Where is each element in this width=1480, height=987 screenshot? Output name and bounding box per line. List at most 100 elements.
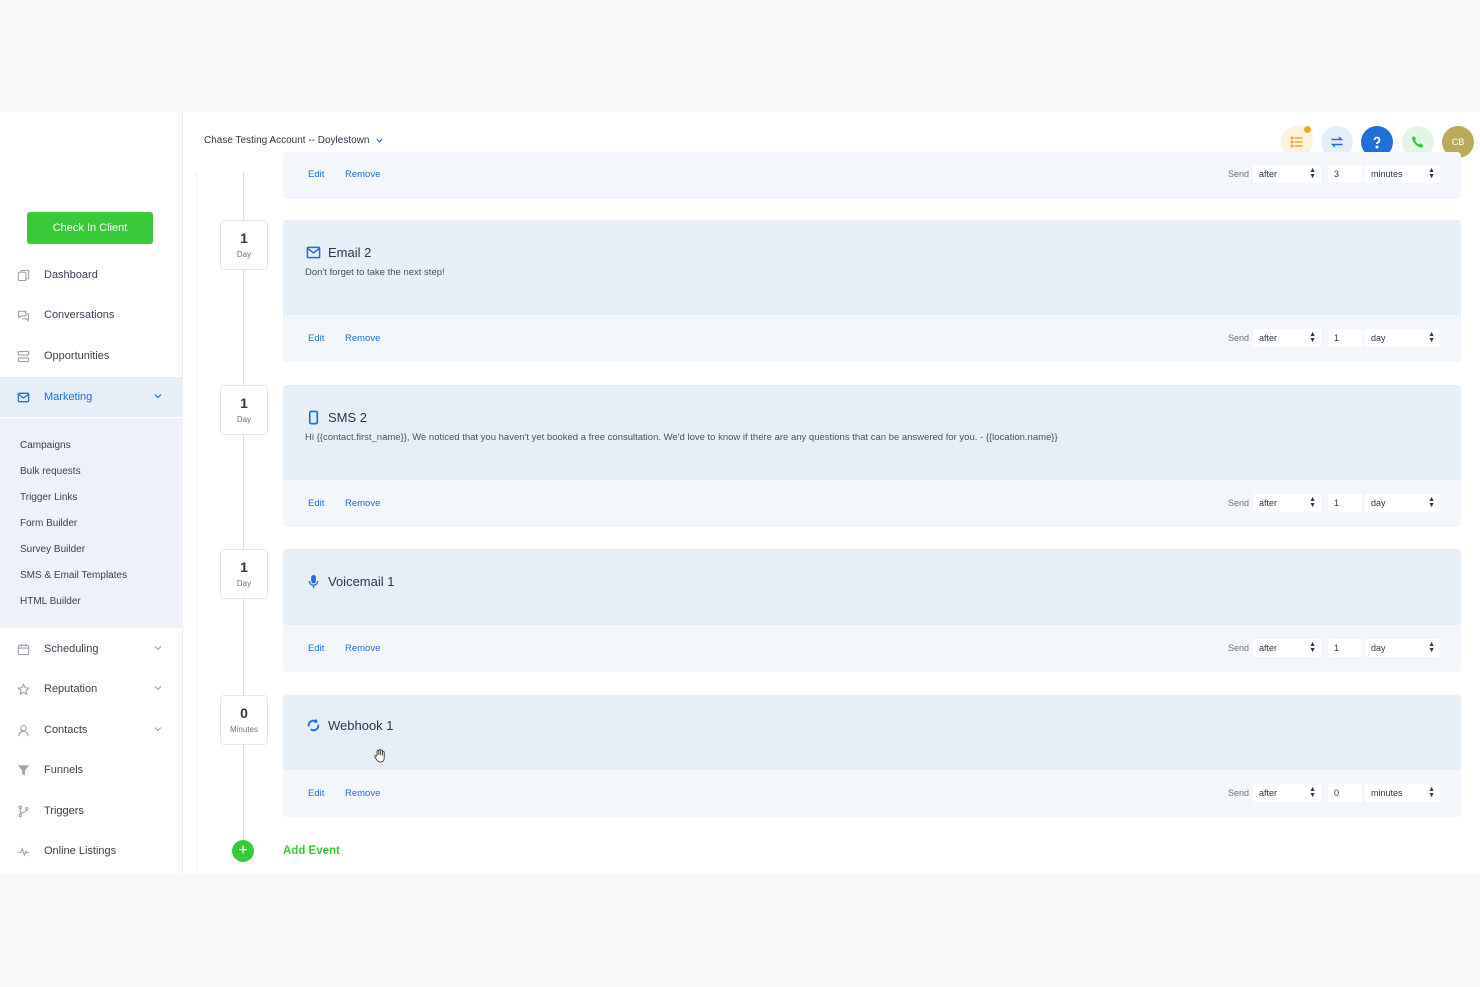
event-card-body: SMS 2 Hi {{contact.first_name}}, We noti… (283, 385, 1461, 480)
chevron-down-icon (153, 724, 163, 734)
delay-unit-select[interactable]: day ▲ ▼ (1365, 494, 1440, 512)
delay-amount-input[interactable]: 1 (1328, 494, 1362, 512)
sidebar-item-conversations[interactable]: Conversations (0, 295, 183, 335)
sidebar-item-label: Reputation (44, 683, 98, 695)
delay-unit: Day (236, 415, 252, 424)
sidebar-item-label: Funnels (44, 764, 84, 776)
event-description: Don't forget to take the next step! (305, 267, 445, 278)
add-event-plus-button[interactable]: + (232, 840, 254, 862)
delay-value: 1 (240, 230, 248, 246)
event-card-body: Webhook 1 (283, 695, 1461, 770)
pulse-icon (16, 844, 30, 858)
sidebar: Check In Client Dashboard Conversations … (0, 112, 183, 874)
delay-unit-select[interactable]: minutes ▲ ▼ (1365, 165, 1440, 183)
notification-dot (1304, 126, 1311, 133)
delay-unit-select[interactable]: day ▲ ▼ (1365, 639, 1440, 657)
sidebar-item-reputation[interactable]: Reputation (0, 669, 183, 709)
sidebar-item-triggers[interactable]: Triggers (0, 791, 183, 831)
sidebar-item-contacts[interactable]: Contacts (0, 710, 183, 750)
submenu-item-campaigns[interactable]: Campaigns (20, 440, 71, 451)
delay-amount-input[interactable]: 3 (1328, 165, 1362, 183)
event-title: Webhook 1 (305, 717, 394, 733)
edit-link[interactable]: Edit (308, 169, 324, 180)
calendar-icon (16, 642, 30, 656)
sidebar-item-opportunities[interactable]: Opportunities (0, 336, 183, 376)
event-card-sms[interactable]: SMS 2 Hi {{contact.first_name}}, We noti… (283, 385, 1461, 527)
chat-icon (16, 308, 30, 322)
swap-arrows-icon (1330, 136, 1344, 148)
marketing-submenu: Campaigns Bulk requests Trigger Links Fo… (0, 418, 183, 628)
remove-link[interactable]: Remove (345, 643, 380, 654)
sidebar-item-label: Marketing (44, 391, 93, 403)
step-delay-badge: 1 Day (220, 549, 268, 599)
sidebar-item-online-listings[interactable]: Online Listings (0, 831, 183, 871)
sidebar-item-label: Dashboard (44, 269, 98, 281)
opportunities-icon (16, 349, 30, 363)
send-timing-select[interactable]: after ▲ ▼ (1253, 784, 1321, 802)
submenu-item-bulk-requests[interactable]: Bulk requests (20, 466, 81, 477)
sidebar-item-label: Triggers (44, 805, 84, 817)
send-timing-select[interactable]: after ▲ ▼ (1253, 639, 1321, 657)
add-event-button[interactable]: Add Event (283, 845, 340, 857)
submenu-item-templates[interactable]: SMS & Email Templates (20, 570, 127, 581)
sidebar-item-label: Opportunities (44, 350, 110, 362)
email-icon (305, 244, 321, 260)
delay-unit: Minutes (229, 725, 258, 734)
phone-icon (1411, 136, 1424, 148)
phone-sms-icon (305, 409, 321, 425)
event-card-email[interactable]: Email 2 Don't forget to take the next st… (283, 220, 1461, 362)
delay-unit-select[interactable]: minutes ▲ ▼ (1365, 784, 1440, 802)
delay-amount-input[interactable]: 1 (1328, 329, 1362, 347)
campaign-events-panel: Edit Remove Send after ▲ ▼ 3 minutes ▲ ▼ 1 D… (196, 152, 1480, 874)
event-card-footer: Edit Remove Send after ▲ ▼ 0 minutes ▲ ▼ (283, 770, 1461, 817)
app-window: Check In Client Dashboard Conversations … (0, 112, 1480, 874)
account-switcher[interactable]: Chase Testing Account -- Doylestown (204, 135, 384, 146)
submenu-item-trigger-links[interactable]: Trigger Links (20, 492, 77, 503)
event-card-footer: Edit Remove Send after ▲ ▼ 1 day ▲ ▼ (283, 315, 1461, 362)
event-title: Email 2 (305, 244, 371, 260)
sidebar-item-label: Contacts (44, 724, 88, 736)
remove-link[interactable]: Remove (345, 498, 380, 509)
send-timing-select[interactable]: after ▲ ▼ (1253, 494, 1321, 512)
webhook-icon (305, 717, 321, 733)
delay-unit: Day (236, 579, 252, 588)
sidebar-item-marketing[interactable]: Marketing (0, 377, 183, 417)
send-label: Send (1228, 169, 1250, 179)
sidebar-item-scheduling[interactable]: Scheduling (0, 629, 183, 669)
send-label: Send (1228, 788, 1250, 798)
step-delay-badge: 0 Minutes (220, 695, 268, 745)
funnel-icon (16, 763, 30, 777)
edit-link[interactable]: Edit (308, 643, 324, 654)
send-label: Send (1228, 643, 1250, 653)
sidebar-item-label: Online Listings (44, 845, 117, 857)
event-card-voicemail[interactable]: Voicemail 1 Edit Remove Send after ▲ ▼ 1 d… (283, 549, 1461, 672)
mail-icon (16, 390, 30, 404)
edit-link[interactable]: Edit (308, 788, 324, 799)
send-label: Send (1228, 333, 1250, 343)
remove-link[interactable]: Remove (345, 169, 380, 180)
chevron-down-icon (153, 391, 163, 401)
send-timing-select[interactable]: after ▲ ▼ (1253, 165, 1321, 183)
delay-amount-input[interactable]: 0 (1328, 784, 1362, 802)
remove-link[interactable]: Remove (345, 333, 380, 344)
submenu-item-survey-builder[interactable]: Survey Builder (20, 544, 85, 555)
event-card-webhook[interactable]: Webhook 1 Edit Remove Send after ▲ ▼ 0 min… (283, 695, 1461, 817)
edit-link[interactable]: Edit (308, 498, 324, 509)
delay-unit-select[interactable]: day ▲ ▼ (1365, 329, 1440, 347)
step-delay-badge: 1 Day (220, 385, 268, 435)
submenu-item-html-builder[interactable]: HTML Builder (20, 596, 81, 607)
event-card-body: Voicemail 1 (283, 549, 1461, 625)
sidebar-item-funnels[interactable]: Funnels (0, 750, 183, 790)
check-in-client-button[interactable]: Check In Client (27, 212, 153, 244)
event-title: SMS 2 (305, 409, 367, 425)
user-icon (16, 723, 30, 737)
sidebar-item-dashboard[interactable]: Dashboard (0, 255, 183, 295)
remove-link[interactable]: Remove (345, 788, 380, 799)
submenu-item-form-builder[interactable]: Form Builder (20, 518, 77, 529)
send-timing-select[interactable]: after ▲ ▼ (1253, 329, 1321, 347)
edit-link[interactable]: Edit (308, 333, 324, 344)
event-card-body: Email 2 Don't forget to take the next st… (283, 220, 1461, 315)
delay-value: 0 (240, 705, 248, 721)
delay-amount-input[interactable]: 1 (1328, 639, 1362, 657)
question-icon (1373, 136, 1381, 149)
